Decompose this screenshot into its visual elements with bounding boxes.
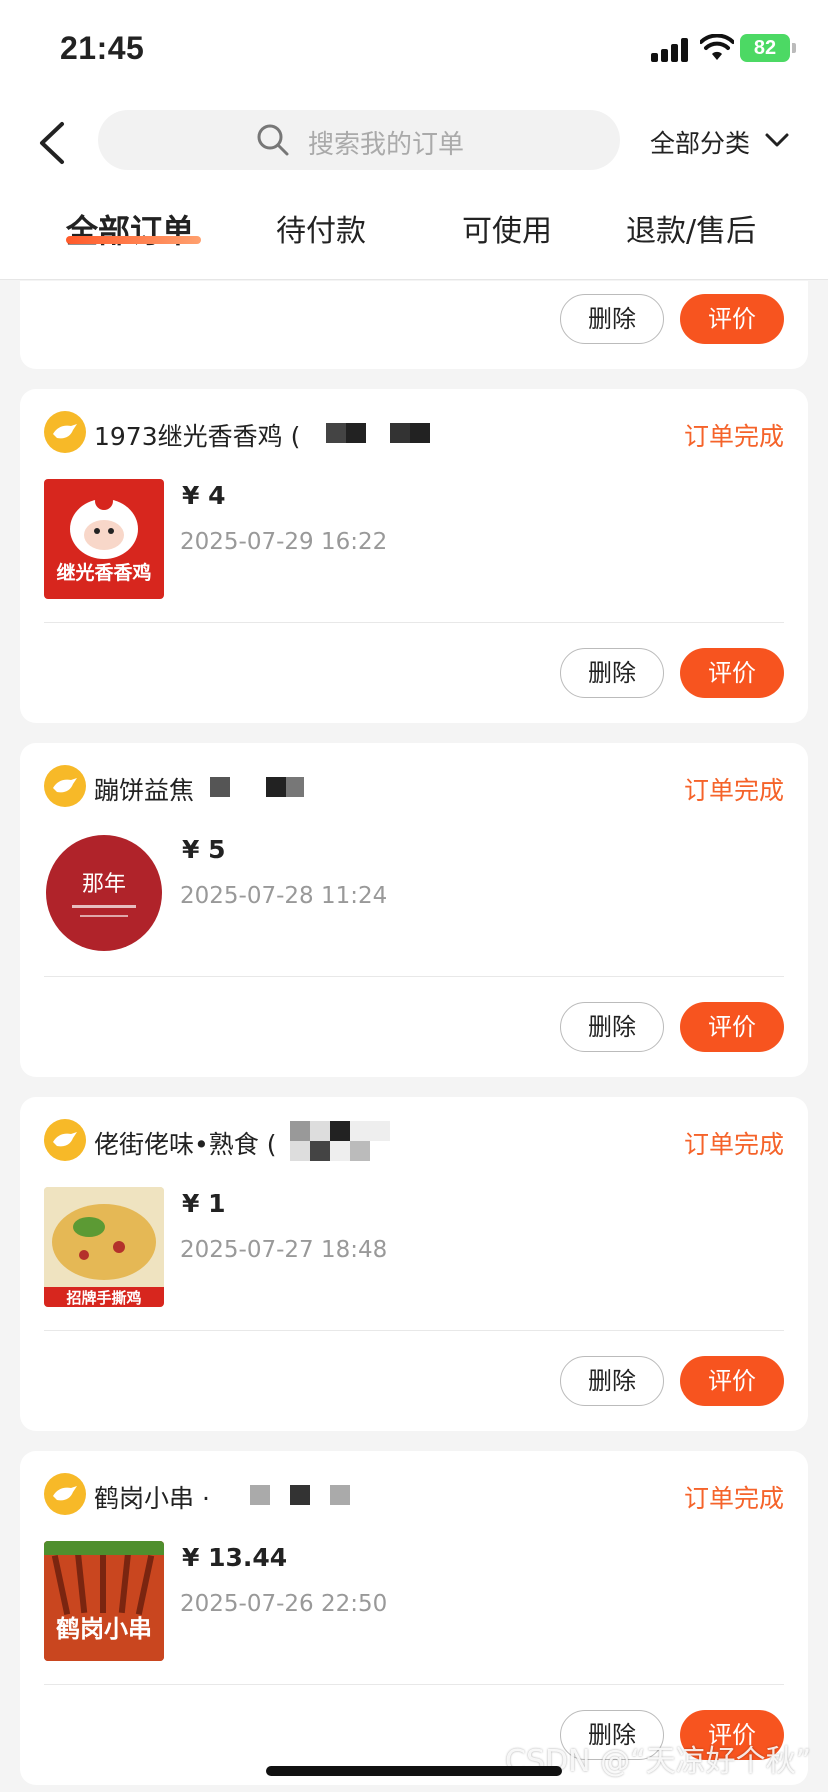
shop-name[interactable]: 1973继光香香鸡 (: [94, 417, 300, 453]
thumb-text: 继光香香鸡: [56, 561, 151, 584]
signal-icon: [651, 38, 691, 62]
order-card[interactable]: 1973继光香香鸡 ( 订单完成 继光香香鸡 ¥ 4 2025-07-29 16…: [20, 389, 808, 723]
order-date: 2025-07-29 16:22: [180, 529, 388, 555]
tab-usable[interactable]: 可使用: [462, 206, 552, 250]
status-time: 21:45: [60, 30, 145, 66]
delete-button[interactable]: 删除: [560, 294, 664, 344]
search-icon: [257, 124, 289, 156]
home-indicator[interactable]: [266, 1766, 562, 1776]
order-price: ¥ 4: [182, 481, 226, 510]
tab-pending-payment[interactable]: 待付款: [276, 206, 366, 250]
order-price: ¥ 5: [182, 835, 226, 864]
product-image[interactable]: 招牌手撕鸡: [44, 1187, 164, 1307]
rate-button[interactable]: 评价: [680, 1002, 784, 1052]
divider: [44, 622, 784, 623]
delete-button[interactable]: 删除: [560, 648, 664, 698]
product-image[interactable]: 鹤岗小串: [44, 1541, 164, 1661]
shop-name[interactable]: 佬街佬味•熟食 (: [94, 1125, 276, 1161]
rate-button[interactable]: 评价: [680, 1356, 784, 1406]
delete-button[interactable]: 删除: [560, 1356, 664, 1406]
redacted-text: [326, 423, 430, 443]
thumb-text: 那年: [82, 872, 126, 897]
order-price: ¥ 1: [182, 1189, 226, 1218]
shop-icon: [44, 765, 86, 807]
wifi-icon: [699, 33, 735, 62]
thumb-text: 招牌手撕鸡: [66, 1289, 141, 1307]
shop-icon: [44, 411, 86, 453]
category-dropdown[interactable]: 全部分类: [650, 124, 750, 160]
delete-button[interactable]: 删除: [560, 1002, 664, 1052]
order-card-partial: 删除 评价: [20, 281, 808, 369]
rate-button[interactable]: 评价: [680, 648, 784, 698]
divider: [44, 1684, 784, 1685]
order-status: 订单完成: [683, 776, 784, 805]
order-status: 订单完成: [683, 1484, 784, 1513]
order-date: 2025-07-28 11:24: [180, 883, 388, 909]
redacted-text: [210, 777, 304, 797]
shop-icon: [44, 1473, 86, 1515]
tab-refund[interactable]: 退款/售后: [626, 206, 756, 250]
divider: [44, 1330, 784, 1331]
order-card[interactable]: 蹦饼益焦 订单完成 那年 ¥ 5 2025-07-28 11:24 删除 评价: [20, 743, 808, 1077]
search-placeholder: 搜索我的订单: [308, 130, 465, 160]
chevron-down-icon[interactable]: [764, 130, 790, 150]
redacted-text: [290, 1121, 390, 1161]
order-date: 2025-07-27 18:48: [180, 1237, 388, 1263]
shop-icon: [44, 1119, 86, 1161]
status-bar: 21:45 82: [0, 0, 828, 100]
product-image[interactable]: 继光香香鸡: [44, 479, 164, 599]
order-price: ¥ 13.44: [182, 1543, 288, 1572]
order-status: 订单完成: [683, 1130, 784, 1159]
product-image[interactable]: 那年: [44, 833, 164, 953]
redacted-text: [250, 1485, 350, 1505]
shop-name[interactable]: 鹤岗小串 ·: [94, 1479, 210, 1515]
tab-all-orders[interactable]: 全部订单: [66, 206, 194, 252]
back-button[interactable]: [34, 118, 74, 168]
header: 搜索我的订单 全部分类 全部订单 待付款 可使用 退款/售后: [0, 100, 828, 280]
shop-name[interactable]: 蹦饼益焦: [94, 771, 194, 807]
divider: [44, 976, 784, 977]
order-card[interactable]: 鹤岗小串 · 订单完成 鹤岗小串 ¥ 13.44 2025-07-26 22:5…: [20, 1451, 808, 1785]
search-bar[interactable]: 搜索我的订单: [98, 110, 620, 170]
battery-icon: 82: [740, 34, 796, 62]
order-date: 2025-07-26 22:50: [180, 1591, 388, 1617]
chevron-left-icon: [40, 122, 64, 164]
rate-button[interactable]: 评价: [680, 294, 784, 344]
thumb-text: 鹤岗小串: [56, 1615, 152, 1643]
order-status: 订单完成: [683, 422, 784, 451]
orders-page: 21:45 82 搜索我的订单 全部分类 全部订单 待付款 可使用 退款/售后 …: [0, 0, 828, 1792]
tab-underline: [66, 236, 201, 244]
order-card[interactable]: 佬街佬味•熟食 ( 订单完成 招牌手撕鸡 ¥ 1 2025-07-27 18:4…: [20, 1097, 808, 1431]
